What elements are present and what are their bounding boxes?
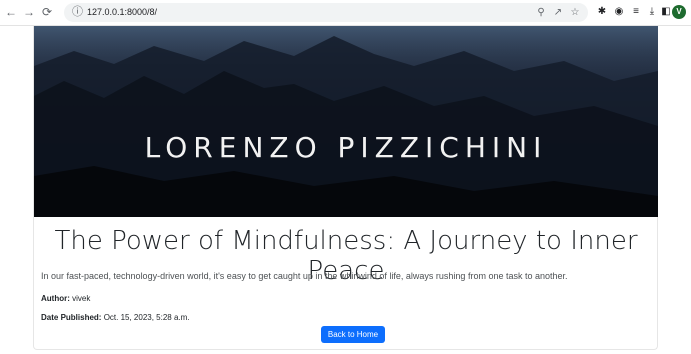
date-line: Date Published: Oct. 15, 2023, 5:28 a.m. xyxy=(41,313,190,322)
author-label: Author: xyxy=(41,294,70,303)
mountain-silhouette xyxy=(34,26,658,217)
browser-toolbar: ← → ⟳ ⓘ 127.0.0.1:8000/8/ ⚲ ↗ ☆ ✱ ◉ ≡ ⤓ … xyxy=(0,0,691,26)
author-line: Author: vivek xyxy=(41,294,90,303)
author-name: vivek xyxy=(72,294,91,303)
star-icon[interactable]: ☆ xyxy=(568,5,582,20)
back-to-home-button[interactable]: Back to Home xyxy=(321,326,385,343)
reading-list-icon[interactable]: ≡ xyxy=(628,4,644,20)
url-text[interactable]: 127.0.0.1:8000/8/ xyxy=(87,6,157,19)
reload-icon[interactable]: ⟳ xyxy=(39,4,55,20)
hero-image: LORENZO PIZZICHINI xyxy=(34,26,658,217)
post-card: LORENZO PIZZICHINI The Power of Mindfuln… xyxy=(33,26,658,350)
hero-title: LORENZO PIZZICHINI xyxy=(144,131,548,164)
forward-icon[interactable]: → xyxy=(21,4,37,20)
media-icon[interactable]: ◉ xyxy=(611,4,627,20)
date-label: Date Published: xyxy=(41,313,102,322)
date-value: Oct. 15, 2023, 5:28 a.m. xyxy=(103,313,190,322)
zoom-icon[interactable]: ⚲ xyxy=(534,5,548,20)
address-bar[interactable]: ⓘ 127.0.0.1:8000/8/ ⚲ ↗ ☆ xyxy=(64,3,588,22)
info-icon[interactable]: ⓘ xyxy=(72,5,83,20)
share-icon[interactable]: ↗ xyxy=(551,5,565,20)
post-excerpt: In our fast-paced, technology-driven wor… xyxy=(41,271,568,281)
extensions-icon[interactable]: ✱ xyxy=(594,4,610,20)
profile-avatar[interactable]: V xyxy=(672,5,686,19)
back-icon[interactable]: ← xyxy=(3,4,19,20)
